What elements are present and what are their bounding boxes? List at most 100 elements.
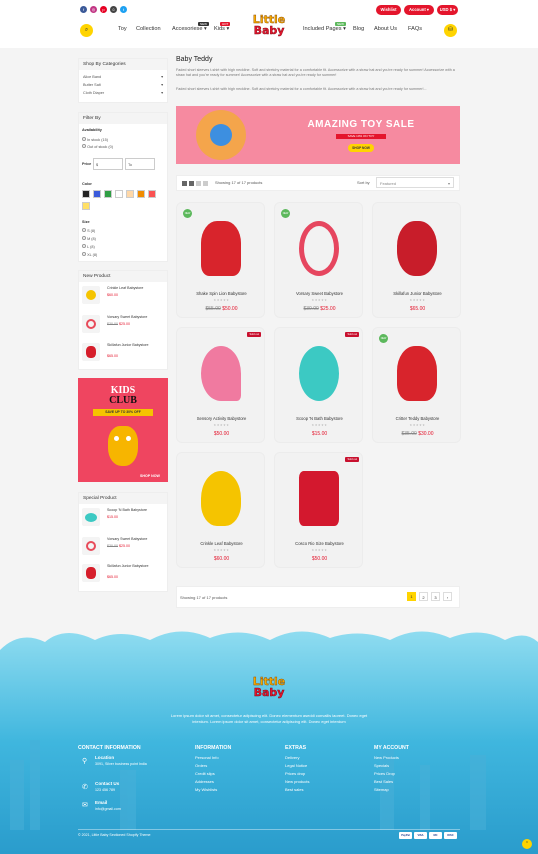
filter-instock[interactable]: In stock (15) [82, 137, 108, 142]
product-card[interactable]: Sold out Scoop 'N Bath Babystore ★★★★★ $15.… [274, 327, 363, 443]
cart-icon[interactable]: ⛁ [444, 24, 457, 37]
nav-faqs[interactable]: FAQs [408, 26, 422, 32]
side-product[interactable]: Crinkle Leaf Babystore $60.00 [80, 284, 166, 306]
price-to-input[interactable]: To [125, 158, 155, 170]
payment-icon: DISC [444, 832, 457, 839]
category-item[interactable]: Alice Band ▾ [83, 73, 163, 81]
account-button[interactable]: Account ▾ [404, 5, 434, 15]
product-card[interactable]: Crinkle Leaf Babystore ★★★★★ $60.00 [176, 452, 265, 568]
product-name[interactable]: Cosco Rio Size Babystore [275, 541, 364, 546]
pinterest-icon[interactable]: p [100, 6, 107, 13]
product-name[interactable]: Vorsary Sweet Babystore [275, 291, 364, 296]
product-name[interactable]: Sensory Activity Babystore [177, 416, 266, 421]
page-1[interactable]: 1 [407, 592, 416, 601]
nav-accessories[interactable]: Accesoriese ▾ [172, 26, 207, 32]
product-name[interactable]: Scoop 'N Bath Babystore [275, 416, 364, 421]
side-product[interactable]: Skillafun Junior Babystore $65.00 [80, 562, 166, 584]
currency-select[interactable]: USD $ ▾ [437, 5, 458, 15]
side-product[interactable]: Skillafun Junior Babystore $65.00 [80, 341, 166, 363]
phone-icon: ✆ [82, 784, 88, 791]
product-name[interactable]: Skillafun Junior Babystore [373, 291, 462, 296]
instagram-icon[interactable]: ◎ [90, 6, 97, 13]
banner-shop-now-button[interactable]: SHOP NOW [348, 144, 374, 152]
nav-about[interactable]: About Us [374, 26, 397, 32]
page-3[interactable]: 3 [431, 592, 440, 601]
grid-view-icon[interactable] [196, 181, 201, 186]
footer-logo[interactable]: Little Baby [244, 676, 294, 698]
nav-blog[interactable]: Blog [353, 26, 364, 32]
footer-link[interactable]: Best Sales [374, 779, 393, 784]
size-m[interactable]: M (8) [82, 236, 96, 241]
shop-now-link[interactable]: SHOP NOW [140, 474, 160, 478]
category-item[interactable]: Cloth Diaper ▾ [83, 89, 163, 97]
nav-pages[interactable]: Included Pages ▾ [303, 26, 346, 32]
footer-link[interactable]: Addresses [195, 779, 214, 784]
color-swatch[interactable] [93, 190, 101, 198]
footer-link[interactable]: New Products [374, 755, 399, 760]
footer-link[interactable]: Prices drop [285, 771, 305, 776]
product-name[interactable]: Shake Spin Lion Babystore [177, 291, 266, 296]
footer-divider [78, 829, 460, 830]
color-swatch[interactable] [148, 190, 156, 198]
color-swatch[interactable] [82, 202, 90, 210]
product-card[interactable]: NEW Shake Spin Lion Babystore ★★★★★ $55.00 … [176, 202, 265, 318]
back-to-top-button[interactable]: ⌃ [522, 839, 532, 849]
current-price: $50.00 [311, 556, 328, 562]
footer-description: Lorem ipsum dolor sit amet, consectetur … [170, 713, 368, 724]
product-image [397, 221, 437, 276]
product-card[interactable]: Sold out Sensory Activity Babystore ★★★★★ $… [176, 327, 265, 443]
grid-view-icon[interactable] [182, 181, 187, 186]
product-name[interactable]: Critter Teddy Babystore [373, 416, 462, 421]
kids-club-banner[interactable]: KIDS CLUB SAVE UP TO 30% OFF SHOP NOW [78, 378, 168, 482]
footer-link[interactable]: Prices Drop [374, 771, 395, 776]
color-swatch[interactable] [104, 190, 112, 198]
side-product[interactable]: Scoop 'N Bath Babystore $15.00 [80, 506, 166, 528]
email-value[interactable]: info@gmail.com [95, 807, 121, 811]
footer-link[interactable]: Best sales [285, 787, 303, 792]
side-product[interactable]: Vorsary Sweet Babystore $30.00 $25.00 [80, 313, 166, 335]
page-next[interactable]: › [443, 592, 452, 601]
size-s[interactable]: S (8) [82, 228, 95, 233]
product-card[interactable]: Sold out Cosco Rio Size Babystore ★★★★★ $50… [274, 452, 363, 568]
page-title: Baby Teddy [176, 56, 213, 63]
product-card[interactable]: NEW Critter Teddy Babystore ★★★★★ $35.00 $3… [372, 327, 461, 443]
size-xl[interactable]: XL (8) [82, 252, 97, 257]
footer-link[interactable]: Personal Info [195, 755, 219, 760]
snapchat-icon[interactable]: ☺ [110, 6, 117, 13]
nav-collection[interactable]: Collection [136, 26, 161, 32]
twitter-icon[interactable]: t [120, 6, 127, 13]
product-image [397, 346, 437, 401]
search-icon[interactable]: ⌕ [80, 24, 93, 37]
footer-link[interactable]: Specials [374, 763, 389, 768]
color-swatch[interactable] [126, 190, 134, 198]
footer-link[interactable]: Orders [195, 763, 207, 768]
sale-banner[interactable]: AMAZING TOY SALE SAVE 10% ON TOY SHOP NO… [176, 106, 460, 164]
color-swatch[interactable] [137, 190, 145, 198]
nav-toy[interactable]: Toy [118, 26, 127, 32]
site-logo[interactable]: Little Baby [244, 14, 294, 36]
color-swatch[interactable] [115, 190, 123, 198]
category-item[interactable]: Butter Salt ▾ [83, 81, 163, 89]
product-card[interactable]: Skillafun Junior Babystore ★★★★★ $65.00 [372, 202, 461, 318]
size-l[interactable]: L (8) [82, 244, 95, 249]
footer-link[interactable]: My Wishlists [195, 787, 217, 792]
footer-link[interactable]: Credit slips [195, 771, 215, 776]
wishlist-button[interactable]: Wishlist [376, 5, 401, 15]
color-swatch[interactable] [82, 190, 90, 198]
product-name[interactable]: Crinkle Leaf Babystore [177, 541, 266, 546]
footer-link[interactable]: New products [285, 779, 309, 784]
side-product[interactable]: Vorsary Sweet Babystore $30.00 $25.00 [80, 535, 166, 557]
footer-link[interactable]: Sitemap [374, 787, 389, 792]
special-products-title: Special Product [79, 493, 167, 504]
grid-view-icon[interactable] [189, 181, 194, 186]
footer-link[interactable]: Legal Notice [285, 763, 307, 768]
sort-select[interactable]: Featured ▾ [376, 177, 454, 188]
footer-link[interactable]: Delivery [285, 755, 299, 760]
filter-outofstock[interactable]: Out of stock (0) [82, 144, 113, 149]
facebook-icon[interactable]: f [80, 6, 87, 13]
product-card[interactable]: NEW Vorsary Sweet Babystore ★★★★★ $30.00 $2… [274, 202, 363, 318]
list-view-icon[interactable] [203, 181, 208, 186]
price-from-input[interactable]: $ [93, 158, 123, 170]
page-2[interactable]: 2 [419, 592, 428, 601]
nav-kids[interactable]: Kids ▾ [214, 26, 229, 32]
